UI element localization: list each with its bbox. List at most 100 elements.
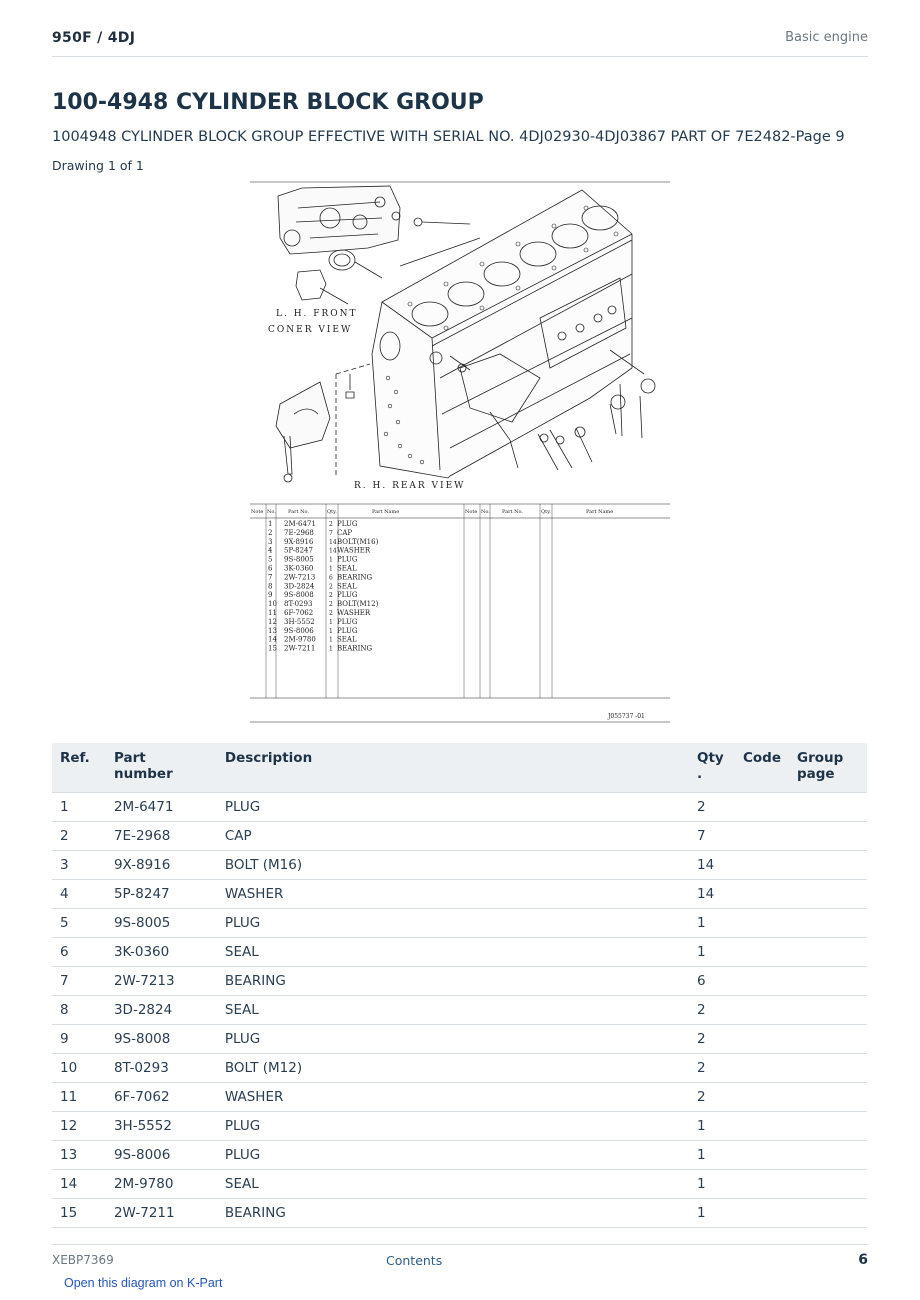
description-cell: PLUG (216, 1111, 689, 1141)
section-name: Basic engine (785, 30, 868, 45)
group-page-cell (789, 1140, 867, 1170)
inset-qty-header: Qty. (327, 509, 337, 515)
inset-qty: 2 (329, 521, 333, 528)
ref-cell: 7 (52, 966, 106, 996)
ref-column-header: Ref. (52, 743, 106, 793)
inset-qty: 2 (329, 583, 333, 590)
document-id: XEBP7369 (52, 1253, 114, 1267)
part-number-cell: 3K-0360 (105, 937, 217, 967)
page-header-text: page (797, 766, 835, 782)
group-page-cell (789, 879, 867, 909)
contents-link[interactable]: Contents (386, 1253, 442, 1268)
description-column-header: Description (216, 743, 689, 793)
group-page-cell (789, 1111, 867, 1141)
description-cell: WASHER (216, 1082, 689, 1112)
code-cell (734, 879, 789, 909)
qty-cell: 2 (689, 1024, 735, 1054)
footer-divider (52, 1244, 868, 1245)
inset-part-number: 5P-8247 (284, 547, 313, 555)
group-page-cell (789, 1198, 867, 1228)
part-number-cell: 2W-7213 (105, 966, 217, 996)
inset-part-number: 3D-2824 (284, 582, 315, 590)
inset-part-name: PLUG (337, 627, 358, 635)
inset-ref: 3 (268, 538, 272, 546)
drawing-counter: Drawing 1 of 1 (52, 158, 144, 173)
inset-part-number: 9S-8006 (284, 627, 314, 635)
inset-ref: 13 (268, 627, 277, 635)
table-row: 13 9S-8006 PLUG 1 (52, 1140, 867, 1170)
inset-part-number: 7E-2968 (284, 529, 314, 537)
open-kpart-link[interactable]: Open this diagram on K-Part (64, 1276, 222, 1290)
inset-part-name: CAP (337, 529, 352, 537)
description-cell: PLUG (216, 1024, 689, 1054)
inset-part-number: 3H-5552 (284, 618, 315, 626)
inset-qty: 6 (329, 574, 333, 581)
group-page-cell (789, 1169, 867, 1199)
inset-part-name: SEAL (337, 636, 357, 644)
description-cell: BOLT (M12) (216, 1053, 689, 1083)
part-number-cell: 7E-2968 (105, 821, 217, 851)
description-cell: WASHER (216, 879, 689, 909)
group-page-cell (789, 1053, 867, 1083)
qty-cell: 1 (689, 1140, 735, 1170)
inset-ref: 8 (268, 582, 272, 590)
qty-cell: 1 (689, 1111, 735, 1141)
qty-cell: 7 (689, 821, 735, 851)
table-row: 2 7E-2968 CAP 7 (52, 821, 867, 851)
part-number-cell: 9S-8006 (105, 1140, 217, 1170)
qty-cell: 6 (689, 966, 735, 996)
inset-qty: 2 (329, 601, 333, 608)
inset-part-name: WASHER (337, 547, 371, 555)
table-row: 12 3H-5552 PLUG 1 (52, 1111, 867, 1141)
group-page-cell (789, 937, 867, 967)
qty-header-dot: . (697, 766, 703, 782)
part-number-cell: 2M-6471 (105, 792, 217, 822)
group-page-cell (789, 1024, 867, 1054)
code-cell (734, 966, 789, 996)
qty-cell: 1 (689, 908, 735, 938)
part-number-cell: 3H-5552 (105, 1111, 217, 1141)
part-number-cell: 9S-8008 (105, 1024, 217, 1054)
code-cell (734, 1169, 789, 1199)
inset-qty: 1 (329, 637, 333, 644)
inset-partname-header: Part Name (372, 509, 399, 515)
group-header-text: Group (797, 750, 844, 766)
ref-cell: 3 (52, 850, 106, 880)
page-header: 950F / 4DJ Basic engine (52, 26, 868, 57)
code-cell (734, 1140, 789, 1170)
qty-cell: 1 (689, 1169, 735, 1199)
qty-cell: 2 (689, 792, 735, 822)
inset-ref: 9 (268, 591, 272, 599)
inset-qty: 2 (329, 592, 333, 599)
inset-part-number: 2M-6471 (284, 520, 316, 528)
inset-qty: 1 (329, 557, 333, 564)
inset-part-number: 2W-7211 (284, 645, 315, 653)
ref-cell: 8 (52, 995, 106, 1025)
inset-part-name: BEARING (337, 645, 372, 653)
inset-qty-header-2: Qty. (541, 509, 551, 515)
inset-qty: 2 (329, 610, 333, 617)
inset-ref: 15 (268, 645, 277, 653)
corner-view-label: CONER VIEW (268, 325, 352, 335)
inset-part-name: WASHER (337, 609, 371, 617)
inset-part-name: BEARING (337, 573, 372, 581)
inset-qty: 14 (329, 539, 337, 546)
qty-cell: 2 (689, 995, 735, 1025)
inset-qty: 1 (329, 566, 333, 573)
inset-part-number: 9S-8008 (284, 591, 314, 599)
qty-cell: 14 (689, 850, 735, 880)
ref-cell: 2 (52, 821, 106, 851)
description-cell: SEAL (216, 1169, 689, 1199)
description-cell: BEARING (216, 966, 689, 996)
inset-partno-header-2: Part No. (502, 509, 523, 515)
inset-qty: 1 (329, 628, 333, 635)
parts-table-header: Ref. Part number Description Qty. Code G… (52, 743, 867, 793)
rh-rear-view-label: R. H. REAR VIEW (354, 481, 465, 491)
table-row: 5 9S-8005 PLUG 1 (52, 908, 867, 938)
part-number-cell: 2M-9780 (105, 1169, 217, 1199)
description-cell: PLUG (216, 792, 689, 822)
qty-header-text: Qty (697, 750, 724, 766)
lh-front-label: L. H. FRONT (276, 309, 358, 319)
table-row: 15 2W-7211 BEARING 1 (52, 1198, 867, 1228)
inset-note-header: Note (251, 509, 263, 515)
